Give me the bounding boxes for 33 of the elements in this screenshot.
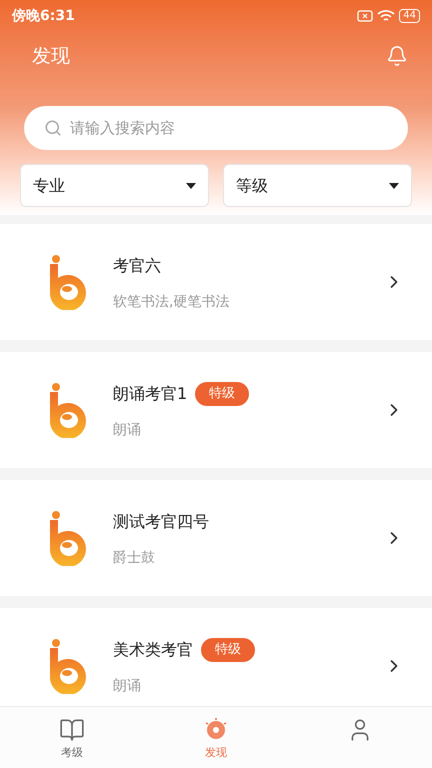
page-title: 发现 [32,44,70,69]
examiner-subject: 朗诵 [113,677,142,696]
search-field[interactable]: 请输入搜索内容 [24,106,408,150]
logo-icon [48,510,88,566]
logo-icon [48,638,88,694]
examiner-subject: 朗诵 [113,421,142,440]
grade-badge: 特级 [195,382,250,406]
logo-icon [48,254,88,310]
status-time: 傍晚6:31 [12,6,75,26]
filter-dropdown[interactable]: 等级 [223,164,412,207]
examiner-name: 考官六 [113,255,161,277]
battery-level: 44 [399,9,420,23]
examiner-card[interactable]: 朗诵考官1 特级 朗诵 [0,352,432,468]
examiner-name: 测试考官四号 [113,511,209,533]
wifi-icon [377,9,396,23]
logo-icon [48,382,88,438]
examiner-name: 朗诵考官1 [113,383,188,405]
nav-tab[interactable]: 考级 [0,717,144,762]
notification-bell-icon[interactable] [386,45,408,67]
filter-dropdown[interactable]: 专业 [20,164,209,207]
examiner-card[interactable]: 美术类考官 特级 朗诵 [0,608,432,706]
examiner-card[interactable]: 测试考官四号 爵士鼓 [0,480,432,596]
dropdown-caret-icon [389,182,399,188]
search-input[interactable]: 请输入搜索内容 [70,116,388,140]
sim-icon [357,10,374,22]
dropdown-caret-icon [186,182,196,188]
book-icon [59,717,85,743]
grade-badge: 特级 [201,638,255,662]
examiner-subject: 爵士鼓 [113,549,156,568]
examiner-subject: 软笔书法,硬笔书法 [113,293,230,312]
examiner-card[interactable]: 考官六 软笔书法,硬笔书法 [0,224,432,340]
search-icon [44,119,62,137]
examiner-name: 美术类考官 [113,639,193,661]
